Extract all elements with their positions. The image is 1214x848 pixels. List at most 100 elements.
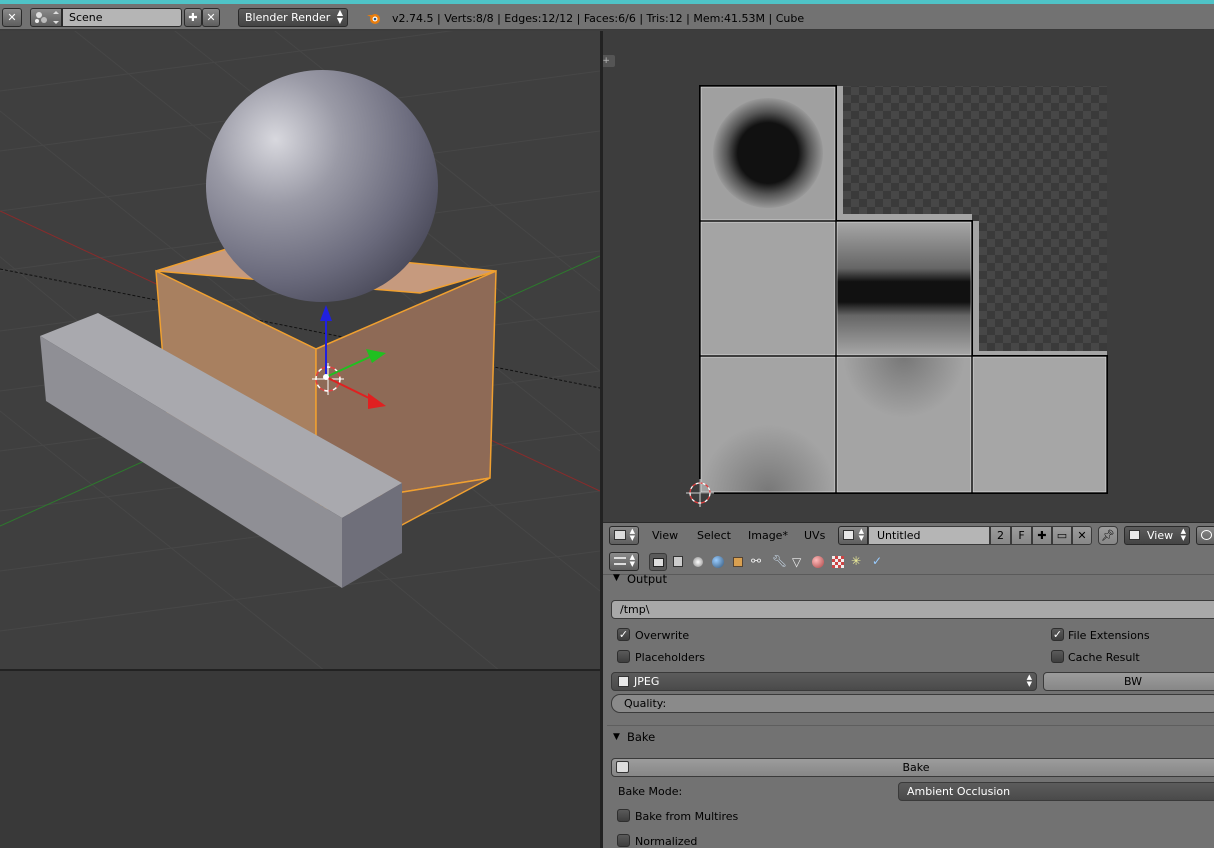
viewport-canvas[interactable] <box>0 31 600 669</box>
open-image-button[interactable]: ▭ <box>1052 526 1072 545</box>
sphere-object <box>206 70 438 302</box>
tab-physics[interactable]: ✓ <box>869 553 887 571</box>
tab-object[interactable] <box>729 553 747 571</box>
pin-button[interactable]: 📌︎ <box>1098 526 1118 545</box>
image-users-count[interactable]: 2 <box>990 526 1011 545</box>
dropdown-arrows-icon: ▲ ▼ <box>1180 527 1186 542</box>
render-engine-dropdown[interactable]: Blender Render ▲ ▼ <box>238 8 348 27</box>
quality-slider[interactable]: Quality: <box>611 694 1214 713</box>
scene-statistics: v2.74.5 | Verts:8/8 | Edges:12/12 | Face… <box>392 12 805 25</box>
add-scene-button[interactable]: ✚ <box>184 8 202 27</box>
tab-constraints[interactable]: ⚯ <box>749 553 767 571</box>
info-header: ✕ Scene ✚ ✕ Blender Render ▲ ▼ v2.74.5 | … <box>0 4 1214 30</box>
scene-browse-button[interactable] <box>30 8 62 27</box>
3d-viewport[interactable] <box>0 31 600 669</box>
plus-icon: ✚ <box>188 11 198 24</box>
checkmark-icon: ✓ <box>1052 628 1063 641</box>
link-icon: ⚯ <box>751 554 762 568</box>
uv-editor-header: ▲ ▼ View Select Image* UVs ▲ ▼ Untitled 2 … <box>603 522 1214 549</box>
output-path-field[interactable]: /tmp\ <box>611 600 1214 619</box>
camera-icon <box>653 558 664 567</box>
tab-render[interactable] <box>649 553 667 571</box>
render-preview-button[interactable] <box>1196 526 1214 545</box>
bake-button[interactable]: Bake <box>611 758 1214 777</box>
scene-name-field[interactable]: Scene <box>62 8 182 27</box>
image-name-field[interactable]: Untitled <box>868 526 990 545</box>
new-image-button[interactable]: ✚ <box>1032 526 1052 545</box>
scene-icon <box>693 557 703 567</box>
bake-mode-label: Bake Mode: <box>618 785 683 798</box>
menu-view[interactable]: View <box>652 529 678 542</box>
file-extensions-checkbox[interactable]: ✓ <box>1051 628 1064 641</box>
bake-button-label: Bake <box>902 761 930 774</box>
render-engine-label: Blender Render <box>245 11 331 24</box>
image-browse-button[interactable]: ▲ ▼ <box>838 526 868 545</box>
quality-label: Quality: <box>624 697 667 710</box>
menu-select[interactable]: Select <box>697 529 731 542</box>
close-icon: ✕ <box>206 11 216 24</box>
panel-expand-icon[interactable]: ▼ <box>613 573 620 583</box>
close-icon: ✕ <box>1077 529 1087 542</box>
unlink-image-button[interactable]: ✕ <box>1072 526 1092 545</box>
file-extensions-label: File Extensions <box>1068 629 1150 642</box>
file-format-label: JPEG <box>634 675 660 688</box>
fake-user-button[interactable]: F <box>1011 526 1032 545</box>
delete-scene-button[interactable]: ✕ <box>202 8 220 27</box>
tab-material[interactable] <box>809 553 827 571</box>
tab-data[interactable]: ▽ <box>789 553 807 571</box>
view-mode-label: View <box>1147 529 1174 542</box>
menu-uvs[interactable]: UVs <box>804 529 825 542</box>
output-panel-title[interactable]: Output <box>627 572 667 586</box>
physics-icon: ✓ <box>872 554 883 568</box>
bake-panel: ▼ Bake Bake Bake Mode: Ambient Occlusion… <box>607 725 1214 848</box>
placeholders-checkbox[interactable] <box>617 650 630 663</box>
dropdown-arrows-icon: ▲ ▼ <box>629 527 635 542</box>
overwrite-checkbox[interactable]: ✓ <box>617 628 630 641</box>
tab-world[interactable] <box>709 553 727 571</box>
bake-from-multires-checkbox[interactable] <box>617 809 630 822</box>
editor-type-button[interactable]: ▲ ▼ <box>609 526 639 545</box>
normalized-label: Normalized <box>635 835 698 848</box>
dropdown-arrows-icon: ▲ ▼ <box>1026 673 1032 688</box>
properties-icon <box>614 557 626 565</box>
image-icon <box>1129 530 1140 540</box>
mesh-icon: ▽ <box>792 555 802 569</box>
bake-panel-title[interactable]: Bake <box>627 730 655 744</box>
tab-scene[interactable] <box>689 553 707 571</box>
uv-image-editor[interactable]: ◢ + + <box>603 31 1214 522</box>
tab-particles[interactable]: ✳ <box>849 553 867 571</box>
empty-editor-area <box>0 669 600 848</box>
view-mode-dropdown[interactable]: View ▲ ▼ <box>1124 526 1190 545</box>
cache-result-checkbox[interactable] <box>1051 650 1064 663</box>
tab-modifiers[interactable]: 🔧︎ <box>769 553 787 571</box>
cache-result-label: Cache Result <box>1068 651 1140 664</box>
image-editor-icon <box>614 530 626 540</box>
bake-from-multires-label: Bake from Multires <box>635 810 739 823</box>
wrench-icon: 🔧︎ <box>772 554 788 568</box>
sidebar-toggle[interactable]: + + <box>603 55 615 67</box>
scene-icon <box>35 11 59 24</box>
tab-render-layers[interactable] <box>669 553 687 571</box>
panel-expand-icon[interactable]: ▼ <box>613 732 620 742</box>
texture-icon <box>832 556 844 568</box>
cube-icon <box>733 557 743 567</box>
editor-type-button[interactable]: ▲ ▼ <box>609 552 639 571</box>
world-icon <box>712 556 724 568</box>
output-panel: ▼ Output /tmp\ ✓ Overwrite ✓ File Extens… <box>607 572 1214 725</box>
properties-editor: ▲ ▼ ⚯ 🔧︎ ▽ ✳ ✓ ▼ Output /tmp\ ✓ Overwrite… <box>603 549 1214 848</box>
color-mode-bw-button[interactable]: BW <box>1043 672 1214 691</box>
menu-image[interactable]: Image* <box>748 529 788 542</box>
particles-icon: ✳ <box>851 554 862 568</box>
checkmark-icon: ✓ <box>618 628 629 641</box>
close-screen-button[interactable]: ✕ <box>2 8 22 27</box>
tab-texture[interactable] <box>829 553 847 571</box>
file-format-dropdown[interactable]: JPEG ▲ ▼ <box>611 672 1037 691</box>
normalized-checkbox[interactable] <box>617 834 630 847</box>
bake-mode-dropdown[interactable]: Ambient Occlusion <box>898 782 1214 801</box>
bake-icon <box>616 761 629 773</box>
uv-canvas[interactable] <box>603 31 1214 522</box>
camera-icon <box>1201 530 1212 540</box>
properties-context-tabs: ▲ ▼ ⚯ 🔧︎ ▽ ✳ ✓ <box>603 549 1214 575</box>
render-layers-icon <box>673 556 683 567</box>
dropdown-arrows-icon: ▲ ▼ <box>336 8 343 25</box>
